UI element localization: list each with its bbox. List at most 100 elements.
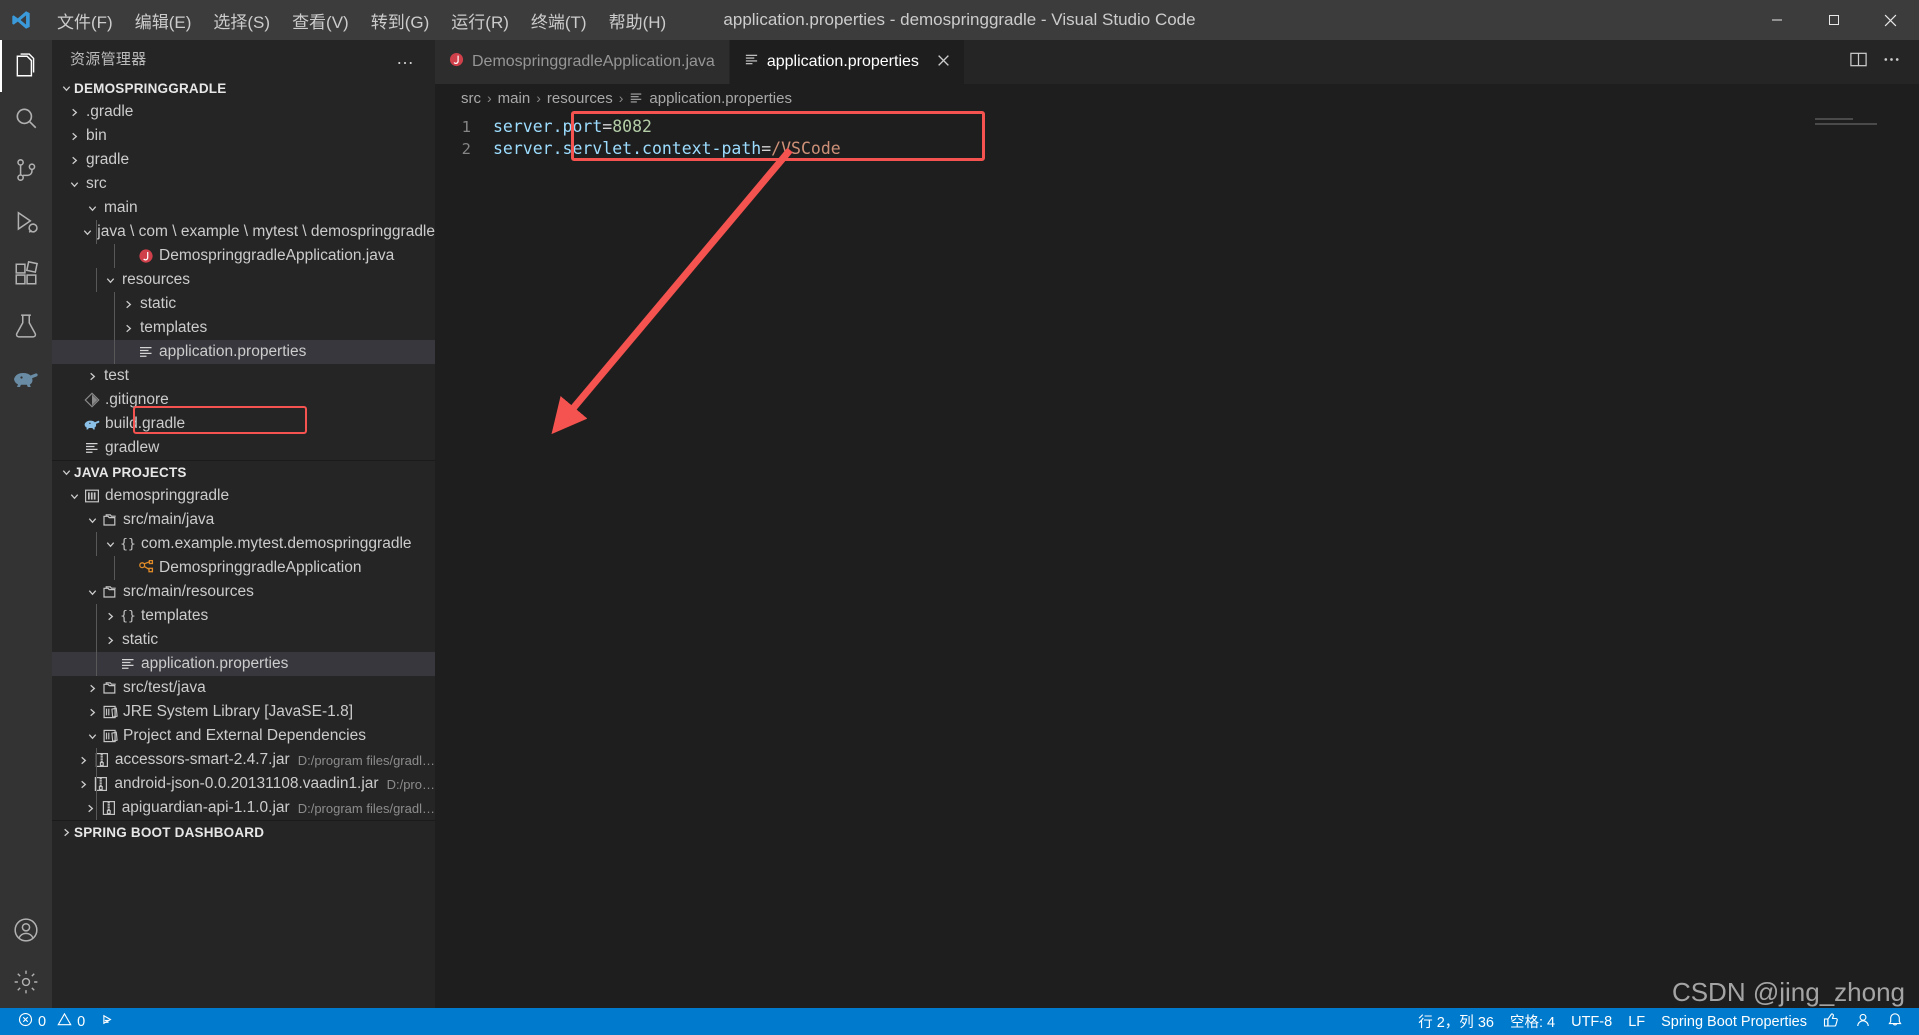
tree-row[interactable]: android-json-0.0.20131108.vaadin1.jar D:/… <box>52 772 435 796</box>
activity-search[interactable] <box>0 92 52 144</box>
minimap[interactable] <box>1815 118 1905 132</box>
status-problems[interactable]: 0 0 <box>10 1008 93 1035</box>
tree-row[interactable]: test <box>52 364 435 388</box>
tree-row[interactable]: {} templates <box>52 604 435 628</box>
activity-testing[interactable] <box>0 300 52 352</box>
breadcrumb-item-file[interactable]: application.properties <box>649 90 792 107</box>
menu-edit[interactable]: 编辑(E) <box>124 3 203 38</box>
tree-row[interactable]: src <box>52 172 435 196</box>
tree-row[interactable]: .gradle <box>52 100 435 124</box>
menu-terminal[interactable]: 终端(T) <box>520 3 598 38</box>
status-language-mode[interactable]: Spring Boot Properties <box>1653 1008 1815 1035</box>
chevron-down-icon[interactable] <box>66 179 82 190</box>
status-feedback[interactable] <box>1815 1008 1847 1035</box>
tree-row[interactable]: src/main/resources <box>52 580 435 604</box>
chevron-right-icon[interactable] <box>120 323 136 334</box>
chevron-right-icon[interactable] <box>102 635 118 646</box>
tree-row[interactable]: demospringgradle <box>52 484 435 508</box>
chevron-down-icon[interactable] <box>84 515 100 526</box>
chevron-right-icon[interactable] <box>76 755 92 766</box>
bell-icon <box>1887 1012 1903 1032</box>
chevron-right-icon[interactable] <box>66 107 82 118</box>
tree-row-label: build.gradle <box>105 415 186 432</box>
chevron-right-icon[interactable] <box>84 707 100 718</box>
section-header-explorer[interactable]: DEMOSPRINGGRADLE <box>52 76 435 100</box>
tree-row[interactable]: apiguardian-api-1.1.0.jar D:/program file… <box>52 796 435 820</box>
tree-row[interactable]: accessors-smart-2.4.7.jar D:/program file… <box>52 748 435 772</box>
code-editor[interactable]: 1 server.port=8082 2 server.servlet.context… <box>435 112 1919 1008</box>
tree-row[interactable]: DemospringgradleApplication <box>52 556 435 580</box>
breadcrumb-item-resources[interactable]: resources <box>547 90 613 107</box>
chevron-right-icon[interactable] <box>102 611 118 622</box>
tree-row[interactable]: build.gradle <box>52 412 435 436</box>
menu-run[interactable]: 运行(R) <box>440 3 520 38</box>
activity-accounts[interactable] <box>0 904 52 956</box>
tree-row-label: bin <box>86 127 107 144</box>
chevron-down-icon[interactable] <box>102 539 118 550</box>
chevron-down-icon[interactable] <box>102 275 118 286</box>
tab-application-properties[interactable]: application.properties <box>729 40 965 84</box>
tree-row[interactable]: resources <box>52 268 435 292</box>
tree-row-label: templates <box>140 319 208 336</box>
close-icon[interactable] <box>937 52 950 72</box>
activity-gradle[interactable] <box>0 352 52 404</box>
minimize-icon[interactable] <box>1748 0 1805 40</box>
status-indentation[interactable]: 空格: 4 <box>1502 1008 1563 1035</box>
tree-row[interactable]: src/test/java <box>52 676 435 700</box>
tree-row[interactable]: java \ com \ example \ mytest \ demospri… <box>52 220 435 244</box>
chevron-right-icon[interactable] <box>84 683 100 694</box>
chevron-down-icon[interactable] <box>84 587 100 598</box>
breadcrumb-item-main[interactable]: main <box>498 90 531 107</box>
activity-settings[interactable] <box>0 956 52 1008</box>
tree-row[interactable]: static <box>52 628 435 652</box>
tab-demospringgradleapplication-java[interactable]: DemospringgradleApplication.java <box>435 40 730 84</box>
status-notifications[interactable] <box>1879 1008 1911 1035</box>
chevron-down-icon[interactable] <box>84 203 100 214</box>
status-eol[interactable]: LF <box>1620 1008 1653 1035</box>
maximize-icon[interactable] <box>1805 0 1862 40</box>
chevron-down-icon[interactable] <box>79 227 95 238</box>
tree-row[interactable]: static <box>52 292 435 316</box>
chevron-right-icon[interactable] <box>66 155 82 166</box>
ellipsis-icon[interactable] <box>1882 50 1901 74</box>
tree-row[interactable]: Project and External Dependencies <box>52 724 435 748</box>
chevron-down-icon[interactable] <box>84 731 100 742</box>
split-editor-icon[interactable] <box>1849 50 1868 74</box>
sidebar-more-actions-icon[interactable]: … <box>396 48 415 69</box>
menu-file[interactable]: 文件(F) <box>46 3 124 38</box>
menu-go[interactable]: 转到(G) <box>360 3 441 38</box>
status-encoding[interactable]: UTF-8 <box>1563 1008 1620 1035</box>
tree-row[interactable]: {} com.example.mytest.demospringgradle <box>52 532 435 556</box>
chevron-right-icon[interactable] <box>75 779 91 790</box>
tree-row[interactable]: DemospringgradleApplication.java <box>52 244 435 268</box>
menu-help[interactable]: 帮助(H) <box>598 3 678 38</box>
status-account[interactable] <box>1847 1008 1879 1035</box>
chevron-right-icon[interactable] <box>120 299 136 310</box>
menu-view[interactable]: 查看(V) <box>281 3 360 38</box>
section-header-spring-boot-dashboard[interactable]: SPRING BOOT DASHBOARD <box>52 820 435 844</box>
activity-source-control[interactable] <box>0 144 52 196</box>
chevron-down-icon[interactable] <box>66 491 82 502</box>
tree-row[interactable]: JRE System Library [JavaSE-1.8] <box>52 700 435 724</box>
section-header-java-projects[interactable]: JAVA PROJECTS <box>52 460 435 484</box>
status-cursor-position[interactable]: 行 2，列 36 <box>1410 1008 1502 1035</box>
editor-area: DemospringgradleApplication.java applica… <box>435 40 1919 1008</box>
close-icon[interactable] <box>1862 0 1919 40</box>
activity-explorer[interactable] <box>0 40 52 92</box>
activity-extensions[interactable] <box>0 248 52 300</box>
tree-row[interactable]: templates <box>52 316 435 340</box>
menu-selection[interactable]: 选择(S) <box>202 3 281 38</box>
chevron-right-icon[interactable] <box>84 371 100 382</box>
tree-row[interactable]: gradlew <box>52 436 435 460</box>
activity-run-debug[interactable] <box>0 196 52 248</box>
breadcrumb-item-src[interactable]: src <box>461 90 481 107</box>
tree-row[interactable]: .gitignore <box>52 388 435 412</box>
status-remote[interactable] <box>93 1008 126 1035</box>
tree-row[interactable]: bin <box>52 124 435 148</box>
tree-row[interactable]: main <box>52 196 435 220</box>
tree-row[interactable]: application.properties <box>52 340 435 364</box>
chevron-right-icon[interactable] <box>66 131 82 142</box>
tree-row[interactable]: src/main/java <box>52 508 435 532</box>
tree-row[interactable]: application.properties <box>52 652 435 676</box>
tree-row[interactable]: gradle <box>52 148 435 172</box>
